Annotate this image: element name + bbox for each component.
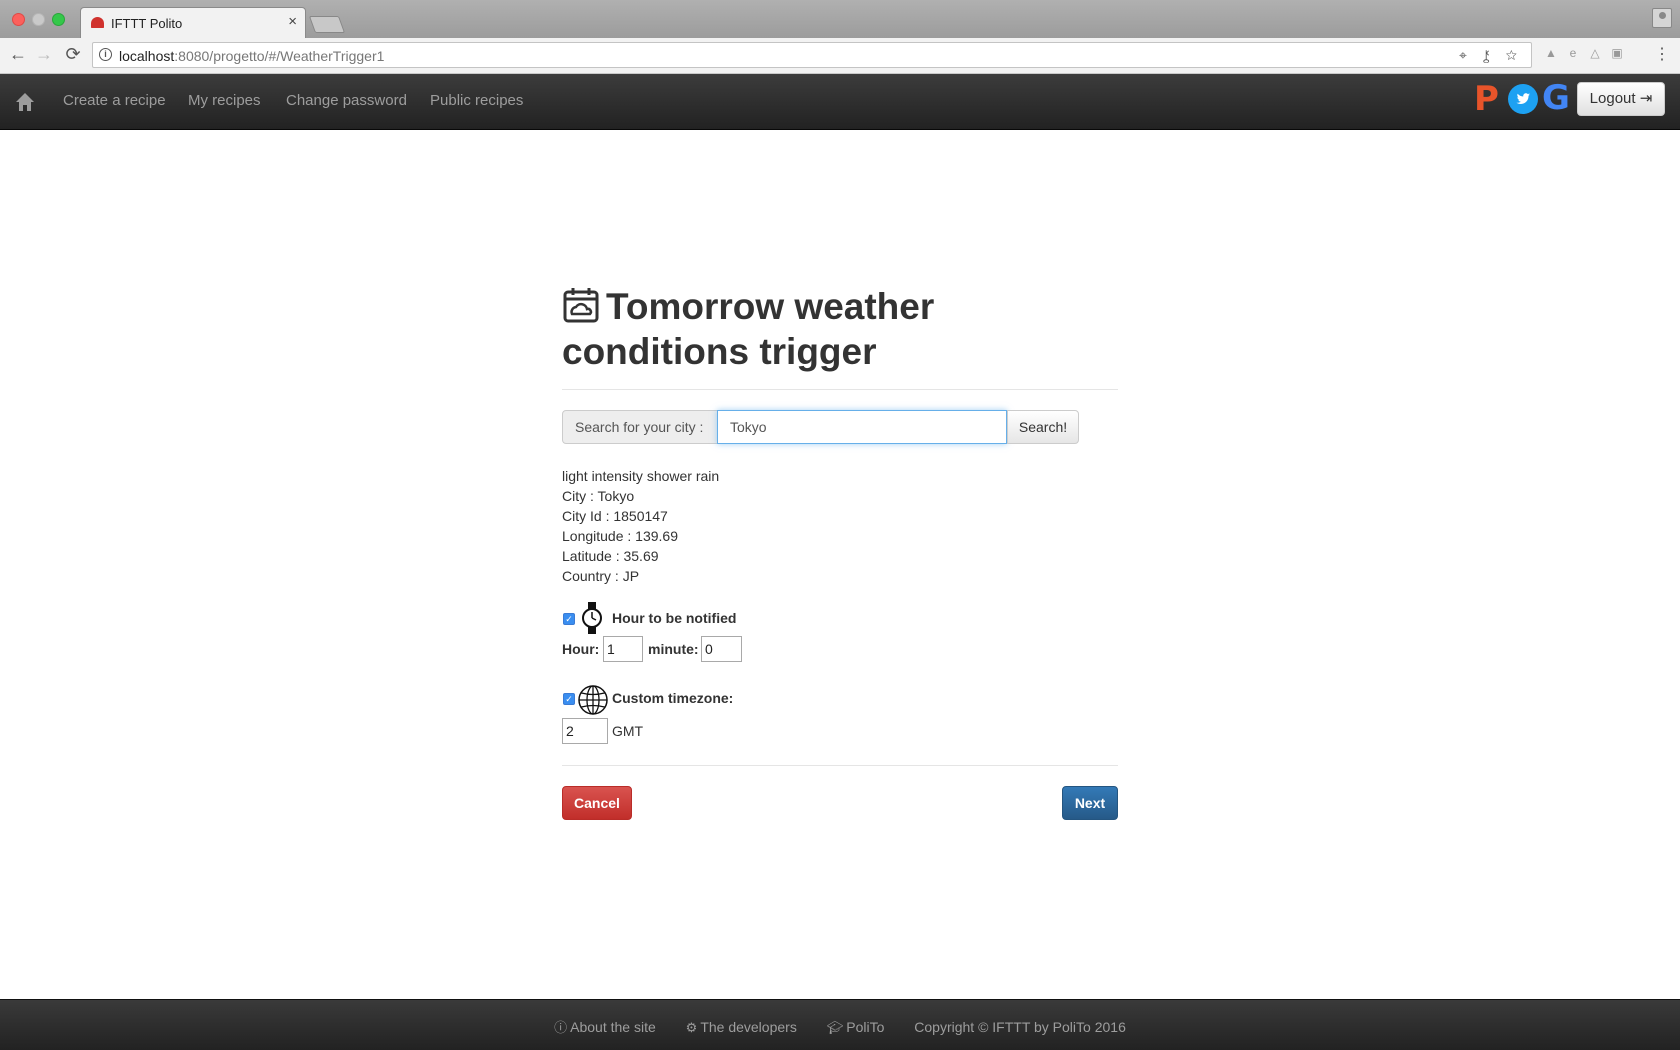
site-info-icon[interactable]: i: [99, 48, 112, 61]
weather-longitude: Longitude : 139.69: [562, 528, 678, 544]
minute-input[interactable]: [701, 636, 742, 662]
watch-icon: [582, 602, 602, 634]
footer-links: ⓘ About the site ⚙ The developers 🎓︎ PoliTo…: [0, 1017, 1680, 1036]
url-path: :8080/progetto/#/WeatherTrigger1: [174, 48, 385, 64]
weather-latitude: Latitude : 35.69: [562, 548, 659, 564]
footer-developers-link[interactable]: ⚙ The developers: [686, 1019, 797, 1035]
hour-input[interactable]: [603, 636, 643, 662]
calendar-weather-icon: [563, 288, 599, 323]
window-zoom-button[interactable]: [52, 13, 65, 26]
extension-icons[interactable]: ▲ e △ ▣: [1540, 46, 1628, 60]
favicon-icon: [91, 17, 104, 28]
profile-icon[interactable]: [1652, 8, 1672, 28]
monitor-extension-icon[interactable]: ▣: [1606, 46, 1628, 60]
home-icon[interactable]: [14, 91, 36, 113]
page-title: Tomorrow weather conditions trigger: [562, 284, 1118, 374]
browser-menu-icon[interactable]: ⋮: [1654, 44, 1670, 64]
minute-label: minute:: [648, 641, 699, 657]
globe-icon: [578, 685, 608, 715]
nav-create-recipe[interactable]: Create a recipe: [63, 92, 166, 109]
extension-icon[interactable]: ▲: [1540, 46, 1562, 60]
timezone-checkbox[interactable]: ✓: [563, 693, 575, 705]
hour-label: Hour:: [562, 641, 600, 657]
url-text[interactable]: localhost:8080/progetto/#/WeatherTrigger…: [119, 48, 384, 64]
new-tab-button[interactable]: [308, 16, 346, 33]
nav-my-recipes[interactable]: My recipes: [188, 92, 261, 109]
search-city-label: Search for your city :: [562, 410, 718, 444]
address-bar[interactable]: i localhost:8080/progetto/#/WeatherTrigg…: [92, 42, 1532, 68]
weather-description: light intensity shower rain: [562, 468, 720, 484]
weather-city: City : Tokyo: [562, 488, 635, 504]
weather-country: Country : JP: [562, 568, 640, 584]
weather-info: light intensity shower rain City : Tokyo…: [562, 466, 719, 586]
hour-notify-checkbox[interactable]: ✓: [563, 613, 575, 625]
page-title-text: Tomorrow weather conditions trigger: [562, 286, 935, 372]
hour-section-label: Hour to be notified: [612, 610, 737, 626]
pushbullet-logo-icon[interactable]: P: [1474, 82, 1499, 116]
footer-polito-link[interactable]: 🎓︎ PoliTo: [827, 1019, 885, 1035]
city-search-group: Search for your city : Search!: [562, 410, 1118, 444]
gmt-label: GMT: [612, 723, 644, 739]
logout-icon: ⇥: [1639, 90, 1653, 107]
logout-button[interactable]: Logout ⇥: [1577, 82, 1665, 116]
browser-toolbar: ← → ⟳ i localhost:8080/progetto/#/Weathe…: [0, 38, 1680, 74]
timezone-label: Custom timezone:: [612, 690, 734, 706]
logout-label: Logout: [1589, 90, 1636, 107]
weather-city-id: City Id : 1850147: [562, 508, 668, 524]
footer: ⓘ About the site ⚙ The developers 🎓︎ PoliTo…: [0, 999, 1680, 1050]
divider: [562, 765, 1118, 766]
next-button[interactable]: Next: [1062, 786, 1118, 820]
graduation-cap-icon: 🎓︎: [826, 1020, 844, 1035]
nav-public-recipes[interactable]: Public recipes: [430, 92, 523, 109]
window-minimize-button[interactable]: [32, 13, 45, 26]
app-navbar: Create a recipe My recipes Change passwo…: [0, 74, 1680, 130]
timezone-input[interactable]: [562, 718, 608, 744]
google-logo-icon[interactable]: G: [1542, 81, 1570, 115]
twitter-logo-icon[interactable]: [1508, 84, 1538, 114]
tab-close-icon[interactable]: ×: [288, 13, 297, 30]
forward-icon[interactable]: →: [33, 44, 55, 65]
reload-icon[interactable]: ⟳: [62, 44, 84, 65]
url-host: localhost: [119, 48, 175, 64]
ebay-extension-icon[interactable]: e: [1562, 46, 1584, 60]
browser-tab[interactable]: IFTTT Polito ×: [80, 7, 306, 38]
footer-polito-label: PoliTo: [846, 1019, 885, 1035]
tab-title: IFTTT Polito: [111, 16, 183, 31]
drive-extension-icon[interactable]: △: [1584, 46, 1606, 60]
city-search-input[interactable]: [717, 410, 1007, 444]
back-icon[interactable]: ←: [7, 44, 29, 65]
gear-icon: ⚙: [685, 1020, 698, 1035]
cancel-button[interactable]: Cancel: [562, 786, 632, 820]
browser-tab-bar: IFTTT Polito ×: [0, 0, 1680, 38]
footer-about-label: About the site: [570, 1019, 656, 1035]
omnibox-action-icons[interactable]: ⌖ ⚷ ☆: [1459, 47, 1523, 64]
nav-change-password[interactable]: Change password: [286, 92, 407, 109]
divider: [562, 389, 1118, 390]
window-close-button[interactable]: [12, 13, 25, 26]
footer-about-link[interactable]: ⓘ About the site: [554, 1019, 656, 1035]
footer-developers-label: The developers: [700, 1019, 797, 1035]
footer-copyright: Copyright © IFTTT by PoliTo 2016: [914, 1019, 1126, 1035]
search-button[interactable]: Search!: [1007, 410, 1079, 444]
info-icon: ⓘ: [554, 1020, 568, 1035]
